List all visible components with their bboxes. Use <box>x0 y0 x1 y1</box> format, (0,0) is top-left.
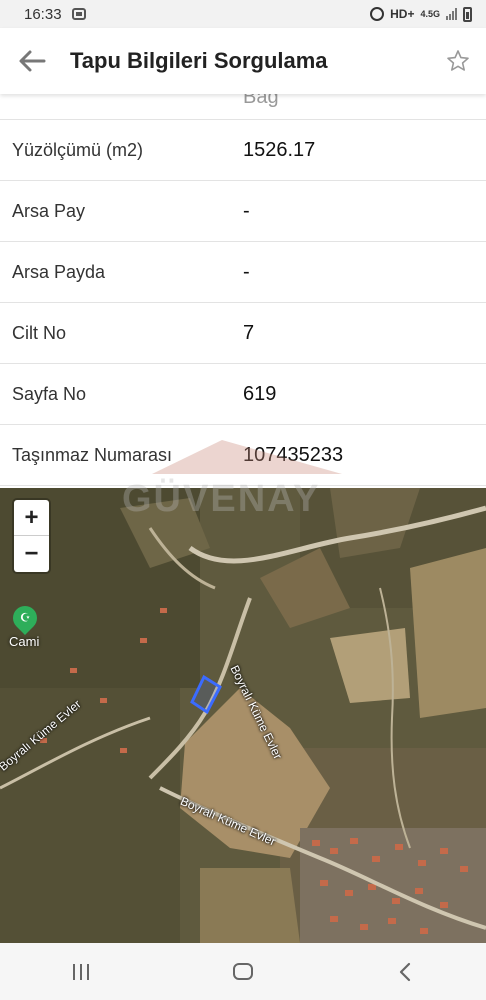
row-label: Cilt No <box>12 322 67 343</box>
battery-icon <box>463 6 472 22</box>
list-row-partial: Bağ <box>0 94 486 120</box>
list-row: Arsa Pay - <box>0 181 486 242</box>
screen: 16:33 HD+ 4.5G Tapu Bilgileri Sorgulama <box>0 0 486 1000</box>
nav-back-icon <box>399 962 411 981</box>
zoom-in-button[interactable]: + <box>14 500 49 536</box>
row-value: 1526.17 <box>243 138 316 161</box>
star-outline-icon <box>447 50 469 71</box>
info-list[interactable]: Bağ Yüzölçümü (m2) 1526.17 Arsa Pay - Ar… <box>0 94 486 488</box>
row-value: - <box>243 260 250 283</box>
row-value: 619 <box>243 382 277 405</box>
system-nav-bar <box>0 943 486 1000</box>
zoom-out-button[interactable]: − <box>14 536 49 572</box>
favorite-button[interactable] <box>430 28 486 94</box>
system-back-button[interactable] <box>365 943 445 1000</box>
mosque-pin-icon: ☪ <box>8 601 42 635</box>
row-value: - <box>243 199 250 222</box>
list-row: Sayfa No 619 <box>0 364 486 425</box>
status-time: 16:33 <box>24 5 62 23</box>
screenshot-icon <box>71 8 86 20</box>
home-button[interactable] <box>203 943 283 1000</box>
row-label: Arsa Payda <box>12 261 106 282</box>
network-type-label: 4.5G <box>420 9 440 19</box>
poi-marker-cami[interactable]: ☪ Cami <box>8 601 42 649</box>
row-value: 107435233 <box>243 443 344 466</box>
back-arrow-icon <box>19 50 46 72</box>
page-title: Tapu Bilgileri Sorgulama <box>70 48 328 73</box>
app-bar: Tapu Bilgileri Sorgulama <box>0 28 486 94</box>
row-value: 7 <box>243 321 255 344</box>
zoom-control: + − <box>14 500 49 572</box>
row-label: Yüzölçümü (m2) <box>12 139 144 160</box>
home-icon <box>233 963 253 980</box>
network-label: HD+ <box>390 7 415 21</box>
list-row: Yüzölçümü (m2) 1526.17 <box>0 120 486 181</box>
poi-label: Cami <box>9 634 40 649</box>
list-row: Taşınmaz Numarası 107435233 <box>0 425 486 486</box>
status-bar: 16:33 HD+ 4.5G <box>0 0 486 28</box>
row-label: Sayfa No <box>12 383 87 404</box>
list-row: Cilt No 7 <box>0 303 486 364</box>
signal-icon <box>446 8 457 20</box>
row-label: Taşınmaz Numarası <box>12 444 173 465</box>
row-label: Arsa Pay <box>12 200 86 221</box>
back-button[interactable] <box>0 28 64 94</box>
partial-row-value: Bağ <box>243 94 279 108</box>
parcel-map[interactable]: + − ☪ Cami Boyralı Küme Evler Boyralı Kü… <box>0 488 486 943</box>
recent-apps-icon <box>73 963 89 980</box>
list-row: Arsa Payda - <box>0 242 486 303</box>
alarm-icon <box>370 7 385 21</box>
recent-apps-button[interactable] <box>41 943 121 1000</box>
